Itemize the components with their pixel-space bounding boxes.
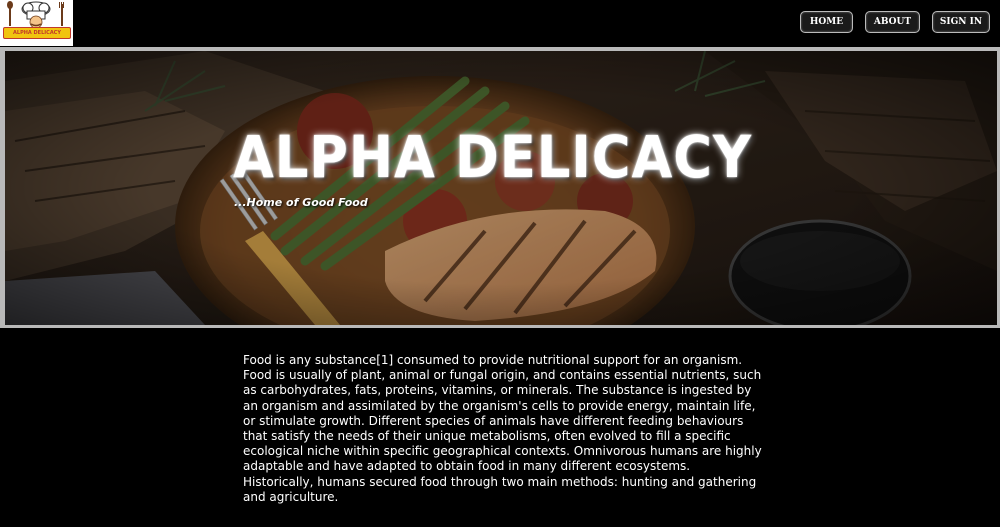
top-navigation-bar: ALPHA DELICACY HOME ABOUT SIGN IN	[0, 0, 1000, 47]
food-description: Food is any substance[1] consumed to pro…	[243, 353, 762, 504]
hero-title: ALPHA DELICACY	[233, 123, 752, 191]
hero-tagline: ...Home of Good Food	[234, 196, 368, 209]
about-button[interactable]: ABOUT	[865, 11, 920, 33]
site-logo[interactable]: ALPHA DELICACY	[0, 0, 73, 46]
hero-banner: ALPHA DELICACY ...Home of Good Food	[5, 51, 997, 325]
logo-text: ALPHA DELICACY	[3, 27, 71, 39]
home-button[interactable]: HOME	[800, 11, 853, 33]
sign-in-button[interactable]: SIGN IN	[932, 11, 990, 33]
chef-hat-icon	[7, 1, 64, 29]
